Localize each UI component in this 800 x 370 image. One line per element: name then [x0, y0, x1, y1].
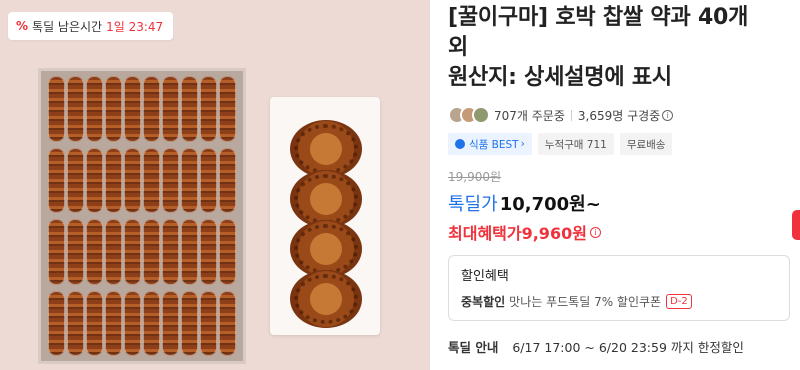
product-tags: 식품 BEST › 누적구매 711 무료배송 — [448, 133, 800, 155]
deal-timer-label: 톡딜 남은시간 — [32, 19, 103, 34]
yakgwa-box-image — [38, 68, 246, 364]
best-tag-label: 식품 BEST — [469, 138, 519, 151]
product-origin: 원산지: 상세설명에 표시 — [448, 65, 672, 90]
product-title-line1: [꿀이구마] 호박 찹쌀 약과 40개 — [448, 5, 749, 30]
buyer-avatars — [448, 106, 490, 124]
free-shipping-tag: 무료배송 — [619, 133, 673, 155]
max-benefit-price: 최대혜택가9,960원 — [448, 224, 587, 243]
percent-icon: % — [16, 19, 29, 33]
viewers-count: 3,659명 구경중 — [577, 108, 661, 123]
deal-notice: 톡딜 안내 6/17 17:00 ~ 6/20 23:59 까지 한정할인 — [448, 337, 800, 356]
product-detail-panel: [꿀이구마] 호박 찹쌀 약과 40개 외 원산지: 상세설명에 표시 707개… — [448, 0, 800, 370]
best-badge-icon — [455, 139, 465, 149]
product-title: [꿀이구마] 호박 찹쌀 약과 40개 외 원산지: 상세설명에 표시 — [448, 3, 800, 93]
best-ranking-tag[interactable]: 식품 BEST › — [448, 133, 532, 155]
info-icon[interactable]: i — [589, 226, 601, 238]
chevron-right-icon: › — [520, 138, 525, 150]
side-action-button[interactable] — [792, 210, 800, 240]
divider — [570, 109, 572, 121]
sale-price: 10,700원~ — [499, 194, 601, 215]
product-title-line2: 외 — [448, 35, 469, 60]
yakgwa-image — [290, 270, 362, 328]
sale-price-row: 톡딜가 10,700원~ — [448, 190, 800, 216]
discount-row-text: 맛나는 푸드톡딜 7% 할인쿠폰 — [509, 295, 662, 309]
deal-notice-label: 톡딜 안내 — [448, 340, 499, 355]
sale-price-label: 톡딜가 — [448, 194, 498, 215]
orders-count: 707개 주문중 — [494, 108, 565, 123]
product-image: % 톡딜 남은시간 1일 23:47 — [0, 0, 430, 370]
discount-heading: 할인혜택 — [461, 269, 509, 284]
max-benefit-price-row: 최대혜택가9,960원 i — [448, 220, 800, 244]
product-stats: 707개 주문중 3,659명 구경중 i — [448, 106, 800, 124]
avatar — [472, 106, 490, 124]
deal-timer-badge: % 톡딜 남은시간 1일 23:47 — [8, 12, 174, 40]
deal-notice-period: 6/17 17:00 ~ 6/20 23:59 까지 한정할인 — [512, 340, 744, 355]
coupon-deadline-badge: D-2 — [666, 294, 692, 309]
deal-timer-value: 1일 23:47 — [106, 19, 164, 34]
discount-coupon-row[interactable]: 중복할인 맛나는 푸드톡딜 7% 할인쿠폰 D-2 — [461, 293, 777, 310]
cumulative-purchase-tag: 누적구매 711 — [537, 133, 614, 155]
info-icon[interactable]: i — [662, 109, 674, 121]
original-price: 19,900원 — [448, 170, 502, 184]
discount-row-key: 중복할인 — [461, 295, 506, 309]
discount-benefits-box: 할인혜택 중복할인 맛나는 푸드톡딜 7% 할인쿠폰 D-2 — [448, 255, 790, 321]
